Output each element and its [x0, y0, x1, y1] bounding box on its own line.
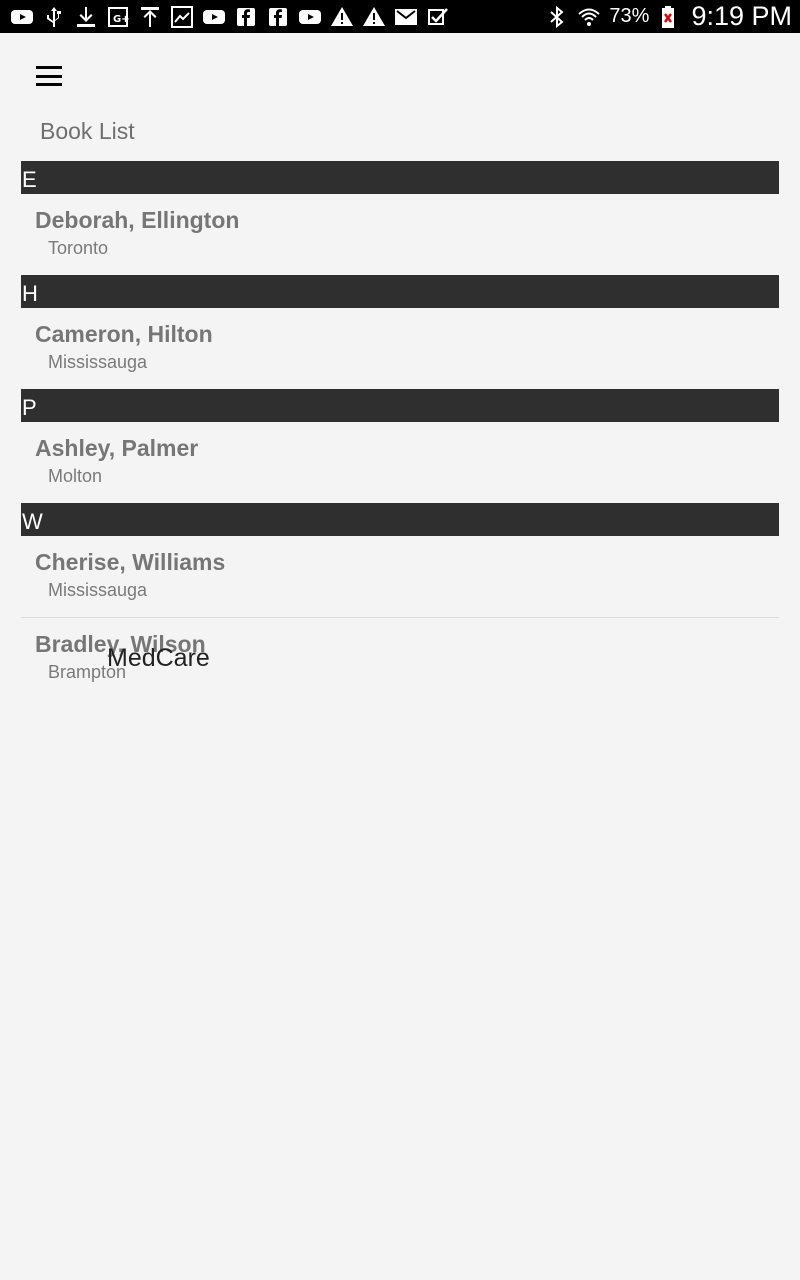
contact-name: Deborah, Ellington [35, 207, 240, 233]
contact-list: E Deborah, Ellington Toronto H Cameron, … [21, 161, 779, 699]
image-icon [170, 5, 194, 29]
svg-text:G+: G+ [113, 14, 130, 25]
section-header-e: E [21, 161, 779, 194]
download-icon [74, 5, 98, 29]
wifi-icon [577, 5, 601, 29]
battery-icon [657, 5, 681, 29]
youtube-icon [202, 5, 226, 29]
list-item[interactable]: Cherise, Williams Mississauga [21, 536, 779, 617]
facebook-icon [266, 5, 290, 29]
upload-icon [138, 5, 162, 29]
app-name-label: MedCare [107, 644, 210, 672]
contact-name: Cherise, Williams [35, 549, 226, 575]
contact-city: Mississauga [48, 352, 148, 372]
warning-icon [362, 5, 386, 29]
youtube-icon [298, 5, 322, 29]
google-plus-icon: G+ [106, 5, 130, 29]
battery-percent: 73% [609, 5, 650, 27]
warning-icon [330, 5, 354, 29]
gmail-icon [394, 5, 418, 29]
usb-icon [42, 5, 66, 29]
clock: 9:19 PM [691, 1, 792, 31]
section-header-p: P [21, 389, 779, 422]
section-header-w: W [21, 503, 779, 536]
hamburger-menu-icon[interactable] [36, 66, 62, 86]
section-header-h: H [21, 275, 779, 308]
status-bar: G+ 73% 9:19 PM [0, 0, 800, 33]
bluetooth-icon [545, 5, 569, 29]
page-title: Book List [40, 118, 135, 144]
contact-city: Molton [48, 466, 103, 486]
notification-icons: G+ [10, 5, 450, 29]
youtube-icon [10, 5, 34, 29]
contact-city: Toronto [48, 238, 109, 258]
facebook-icon [234, 5, 258, 29]
contact-name: Cameron, Hilton [35, 321, 213, 347]
checkbox-icon [426, 5, 450, 29]
list-item[interactable]: Deborah, Ellington Toronto [21, 194, 779, 275]
contact-city: Mississauga [48, 580, 148, 600]
list-item[interactable]: Ashley, Palmer Molton [21, 422, 779, 503]
list-item[interactable]: Cameron, Hilton Mississauga [21, 308, 779, 389]
contact-name: Ashley, Palmer [35, 435, 199, 461]
